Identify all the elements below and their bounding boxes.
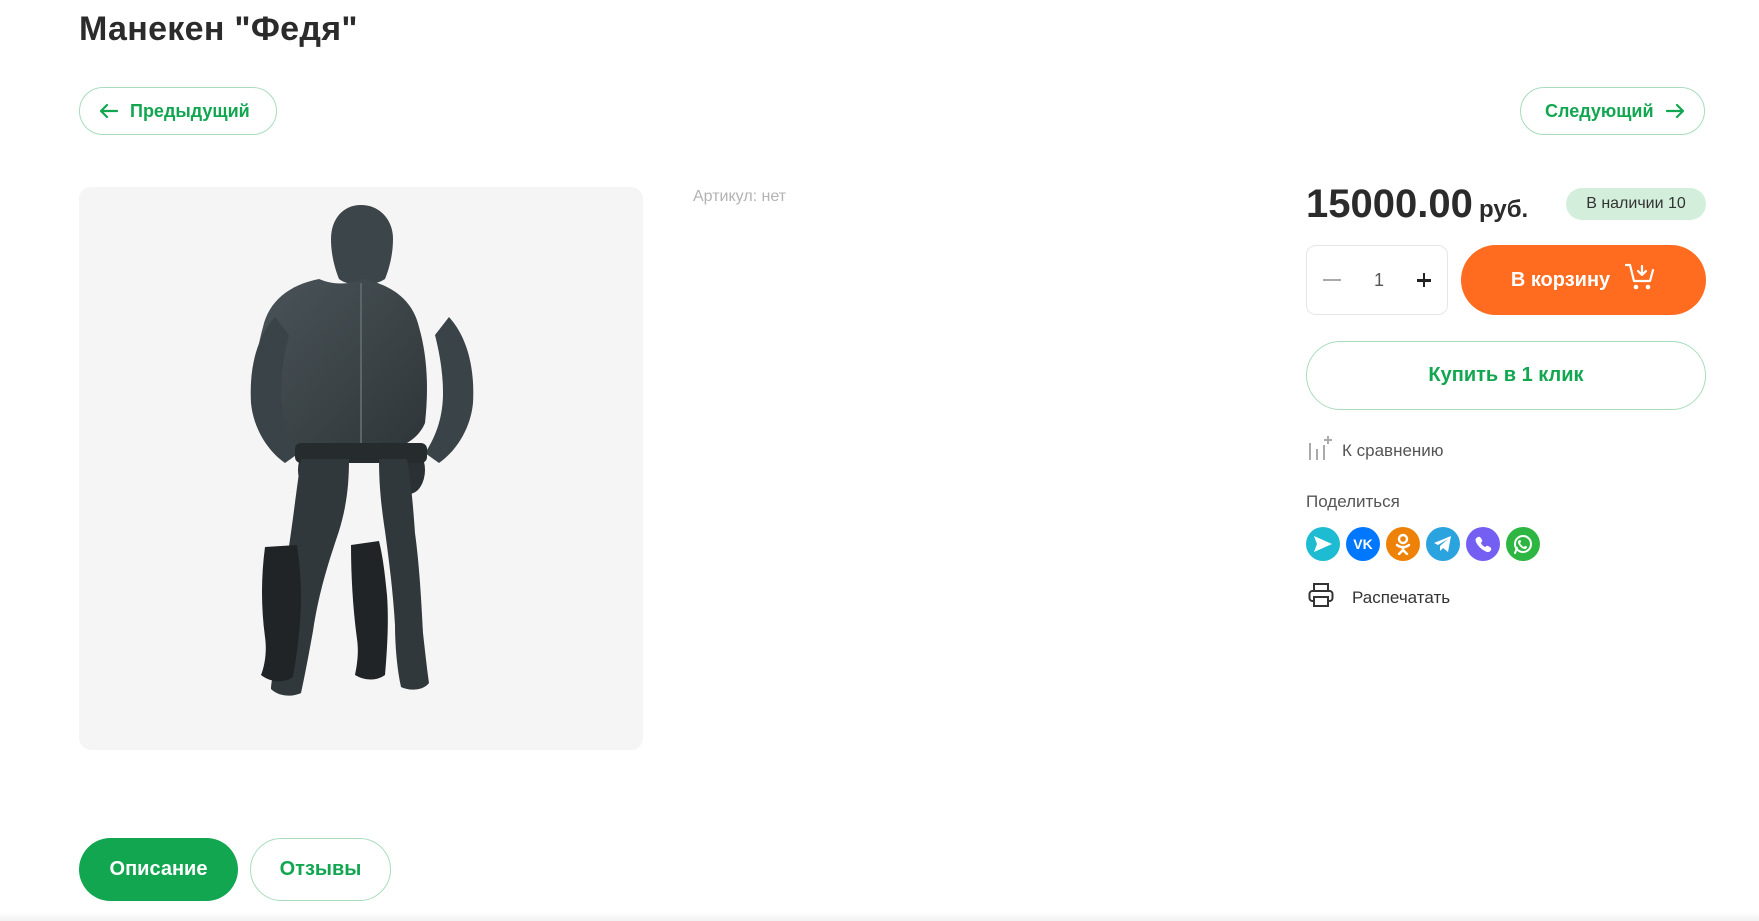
- tab-reviews[interactable]: Отзывы: [250, 838, 391, 901]
- quantity-stepper: 1: [1306, 245, 1448, 315]
- share-icons: VK: [1306, 527, 1540, 561]
- quantity-value[interactable]: 1: [1374, 270, 1384, 291]
- bottom-divider: [0, 912, 1759, 921]
- next-label: Следующий: [1545, 100, 1654, 121]
- buy-one-click-button[interactable]: Купить в 1 клик: [1306, 341, 1706, 410]
- odnoklassniki-icon[interactable]: [1386, 527, 1420, 561]
- page-title: Манекен "Федя": [79, 10, 358, 48]
- stock-badge: В наличии 10: [1566, 188, 1706, 220]
- messenger-icon[interactable]: [1306, 527, 1340, 561]
- product-image[interactable]: [79, 187, 643, 750]
- arrow-left-icon: [100, 104, 118, 118]
- cart-label: В корзину: [1510, 268, 1611, 291]
- price-currency: руб.: [1479, 196, 1529, 223]
- price-value: 15000.00: [1306, 182, 1473, 226]
- plus-icon[interactable]: [1416, 273, 1431, 287]
- previous-label: Предыдущий: [130, 100, 250, 121]
- cart-icon: [1624, 262, 1656, 298]
- sku-label: Артикул: нет: [693, 188, 787, 205]
- add-to-cart-button[interactable]: В корзину: [1461, 245, 1706, 315]
- print-link[interactable]: Распечатать: [1308, 583, 1450, 612]
- compare-icon: [1306, 435, 1332, 466]
- vk-icon[interactable]: VK: [1346, 527, 1380, 561]
- arrow-right-icon: [1665, 104, 1684, 118]
- compare-label: К сравнению: [1342, 440, 1444, 460]
- minus-icon[interactable]: [1323, 279, 1341, 281]
- print-label: Распечатать: [1352, 587, 1451, 607]
- printer-icon: [1308, 583, 1334, 612]
- telegram-icon[interactable]: [1426, 527, 1460, 561]
- whatsapp-icon[interactable]: [1506, 527, 1540, 561]
- next-button[interactable]: Следующий: [1520, 87, 1705, 135]
- compare-link[interactable]: К сравнению: [1306, 435, 1444, 466]
- tab-description[interactable]: Описание: [79, 838, 238, 901]
- mannequin-figure: [250, 205, 474, 696]
- previous-button[interactable]: Предыдущий: [79, 87, 277, 135]
- viber-icon[interactable]: [1466, 527, 1500, 561]
- share-label: Поделиться: [1306, 492, 1400, 511]
